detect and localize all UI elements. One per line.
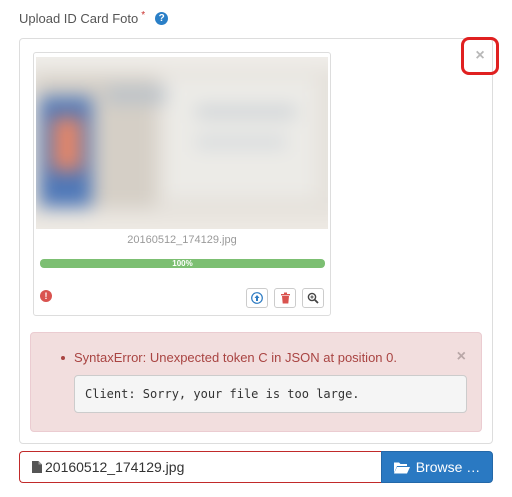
close-icon: ×: [475, 47, 485, 64]
zoom-icon: [307, 292, 319, 304]
alert-close-button[interactable]: ×: [457, 348, 466, 366]
field-label-text: Upload ID Card Foto: [19, 11, 139, 26]
upload-progress: 100%: [40, 259, 325, 268]
file-caption: 20160512_174129.jpg: [127, 234, 237, 246]
upload-file-button[interactable]: [246, 288, 268, 308]
file-icon: [32, 461, 42, 473]
error-message: SyntaxError: Unexpected token C in JSON …: [61, 350, 397, 365]
delete-file-button[interactable]: [274, 288, 296, 308]
error-details: Client: Sorry, your file is too large.: [74, 375, 467, 413]
blurred-photo-illustration: [36, 57, 328, 229]
browse-button[interactable]: Browse …: [381, 451, 493, 483]
upload-progress-bar: 100%: [40, 259, 325, 268]
file-name-value: 20160512_174129.jpg: [45, 459, 185, 475]
error-alert: SyntaxError: Unexpected token C in JSON …: [30, 332, 482, 432]
file-thumbnail-image: [36, 57, 328, 229]
remove-all-button[interactable]: ×: [461, 37, 499, 75]
upload-icon: [251, 292, 263, 304]
browse-label: Browse …: [415, 459, 481, 475]
folder-open-icon: [393, 462, 410, 473]
zoom-file-button[interactable]: [302, 288, 324, 308]
file-input-group: 20160512_174129.jpg Browse …: [19, 451, 493, 483]
trash-icon: [280, 292, 290, 304]
exclamation-circle-icon: !: [40, 290, 52, 302]
field-label: Upload ID Card Foto * ?: [19, 10, 169, 26]
file-name-field[interactable]: 20160512_174129.jpg: [19, 451, 381, 483]
required-marker: *: [141, 10, 146, 21]
question-circle-icon[interactable]: ?: [155, 12, 169, 25]
